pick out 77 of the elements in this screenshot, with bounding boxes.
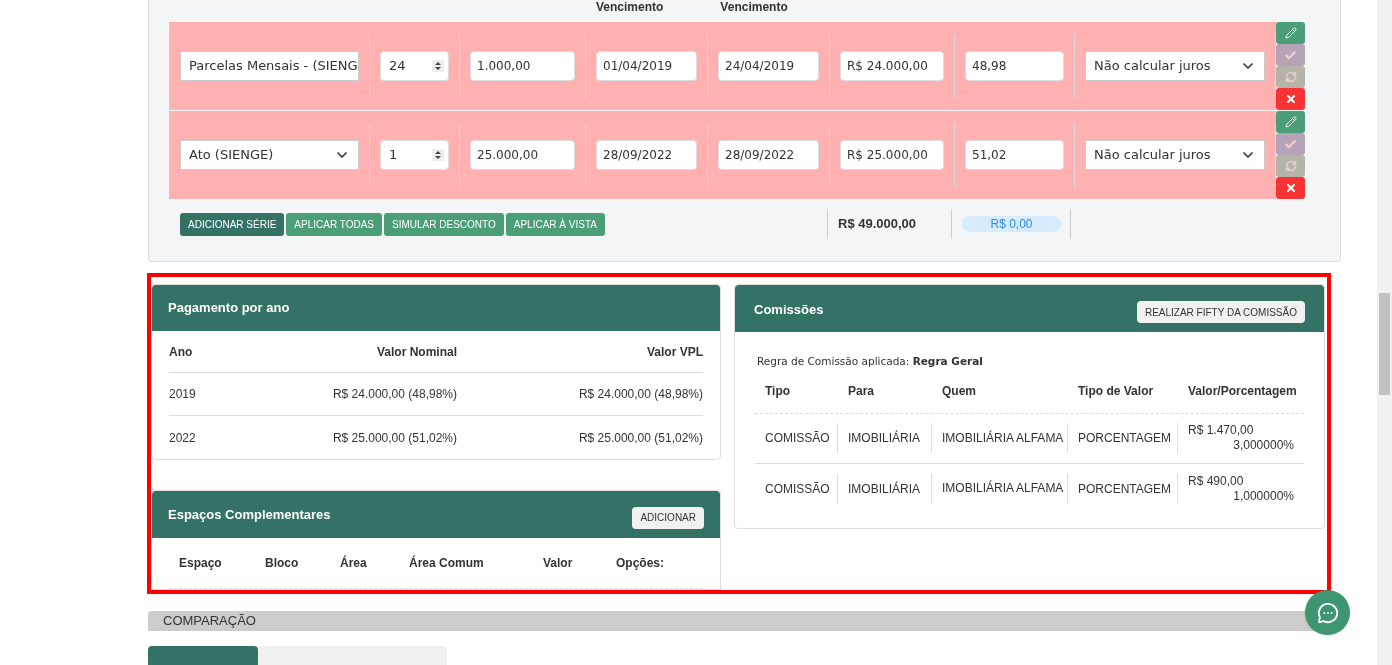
- select-dropdown[interactable]: Parcelas Mensais - (SIENG: [180, 51, 359, 81]
- table-cell-text: IMOBILIÁRIA: [847, 429, 922, 448]
- section-title: COMPARAÇÃO: [163, 612, 256, 630]
- column-header: Valor VPL: [645, 343, 703, 361]
- refresh-icon: [1284, 71, 1297, 83]
- add-button[interactable]: ADICIONAR: [632, 506, 704, 529]
- table-cell-text: COMISSÃO: [764, 480, 831, 498]
- column-header: Espaço: [178, 555, 223, 572]
- table-cell-text: 3,000000%: [1232, 438, 1294, 454]
- select-dropdown[interactable]: Ato (SIENGE): [180, 140, 359, 170]
- table-cell-text: R$ 25.000,00 (51,02%): [331, 429, 457, 447]
- difference-pill: R$ 0,00: [962, 216, 1061, 232]
- delete-button[interactable]: [1276, 177, 1305, 199]
- column-header: Bloco: [265, 555, 300, 572]
- column-header: Opções:: [616, 555, 665, 572]
- column-header: Área Comum: [409, 554, 485, 572]
- edit-button[interactable]: [1276, 111, 1305, 133]
- date-field[interactable]: 01/04/2019: [596, 51, 697, 81]
- close-icon: [1284, 182, 1297, 194]
- number-field[interactable]: 24: [380, 51, 449, 81]
- total-field[interactable]: R$ 24.000,00: [840, 51, 944, 81]
- edit-icon: [1284, 27, 1297, 39]
- table-cell-text: R$ 25.000,00 (51,02%): [577, 429, 703, 447]
- panel-title: Pagamento por ano: [168, 299, 290, 318]
- table-cell-text: PORCENTAGEM: [1077, 430, 1173, 448]
- column-header: Valor: [543, 555, 574, 572]
- table-cell-text: R$ 24.000,00 (48,98%): [331, 386, 457, 403]
- column-header: Para: [847, 383, 876, 401]
- spinner-icon: [432, 149, 444, 161]
- column-header: Valor/Porcentagem: [1187, 383, 1298, 401]
- date-field[interactable]: 28/09/2022: [596, 140, 697, 170]
- commission-rule: Regra de Comissão aplicada: Regra Geral: [756, 354, 984, 369]
- column-header: Ano: [169, 343, 194, 361]
- action-button[interactable]: ADICIONAR SÉRIE: [180, 212, 285, 236]
- panel-title: Comissões: [754, 301, 824, 319]
- total-field[interactable]: R$ 25.000,00: [840, 140, 944, 170]
- tab[interactable]: [148, 645, 258, 665]
- percent-field[interactable]: 51,02: [965, 140, 1064, 170]
- sum-total: R$ 49.000,00: [837, 215, 918, 234]
- edit-icon: [1284, 116, 1297, 128]
- column-header: Área: [340, 554, 368, 572]
- fifty-button[interactable]: REALIZAR FIFTY DA COMISSÃO: [1136, 301, 1305, 323]
- column-header: Quem: [941, 383, 977, 401]
- table-cell-text: IMOBILIÁRIA ALFAMA: [941, 430, 1065, 446]
- refresh-icon: [1284, 160, 1297, 172]
- percent-field[interactable]: 48,98: [965, 51, 1064, 81]
- table-cell-text: 1,000000%: [1232, 488, 1294, 504]
- table-cell-text: R$ 490,00: [1188, 473, 1245, 489]
- table-cell-text: IMOBILIÁRIA ALFAMA: [941, 481, 1065, 497]
- delete-button[interactable]: [1276, 88, 1305, 110]
- close-icon: [1284, 93, 1297, 105]
- chat-button[interactable]: [1305, 590, 1350, 635]
- date-field[interactable]: 28/09/2022: [718, 140, 819, 170]
- table-cell-text: 2022: [169, 429, 197, 447]
- value-field[interactable]: 1.000,00: [470, 51, 575, 81]
- table-cell-text: 2019: [169, 386, 197, 403]
- check-icon: [1284, 48, 1297, 62]
- chat-icon: [1316, 601, 1339, 624]
- edit-button[interactable]: [1276, 22, 1305, 44]
- date-field[interactable]: 24/04/2019: [718, 51, 819, 81]
- check-icon: [1284, 137, 1297, 151]
- column-header: Tipo: [764, 383, 792, 401]
- table-cell-text: IMOBILIÁRIA: [847, 480, 922, 498]
- value-field[interactable]: 25.000,00: [470, 140, 575, 170]
- table-cell-text: COMISSÃO: [764, 430, 831, 448]
- spinner-icon: [432, 60, 444, 72]
- panel-title: Espaços Complementares: [168, 505, 331, 524]
- column-header: Vencimento: [720, 0, 788, 16]
- table-cell-text: PORCENTAGEM: [1077, 480, 1173, 498]
- table-cell-text: R$ 1.470,00: [1188, 423, 1255, 439]
- select-dropdown[interactable]: Não calcular juros: [1085, 51, 1265, 81]
- column-header: Valor Nominal: [375, 343, 457, 361]
- select-dropdown[interactable]: Não calcular juros: [1085, 140, 1265, 170]
- table-cell-text: R$ 24.000,00 (48,98%): [577, 386, 703, 403]
- column-header: Vencimento: [596, 0, 664, 16]
- number-field[interactable]: 1: [380, 140, 449, 170]
- column-header: Tipo de Valor: [1077, 383, 1155, 401]
